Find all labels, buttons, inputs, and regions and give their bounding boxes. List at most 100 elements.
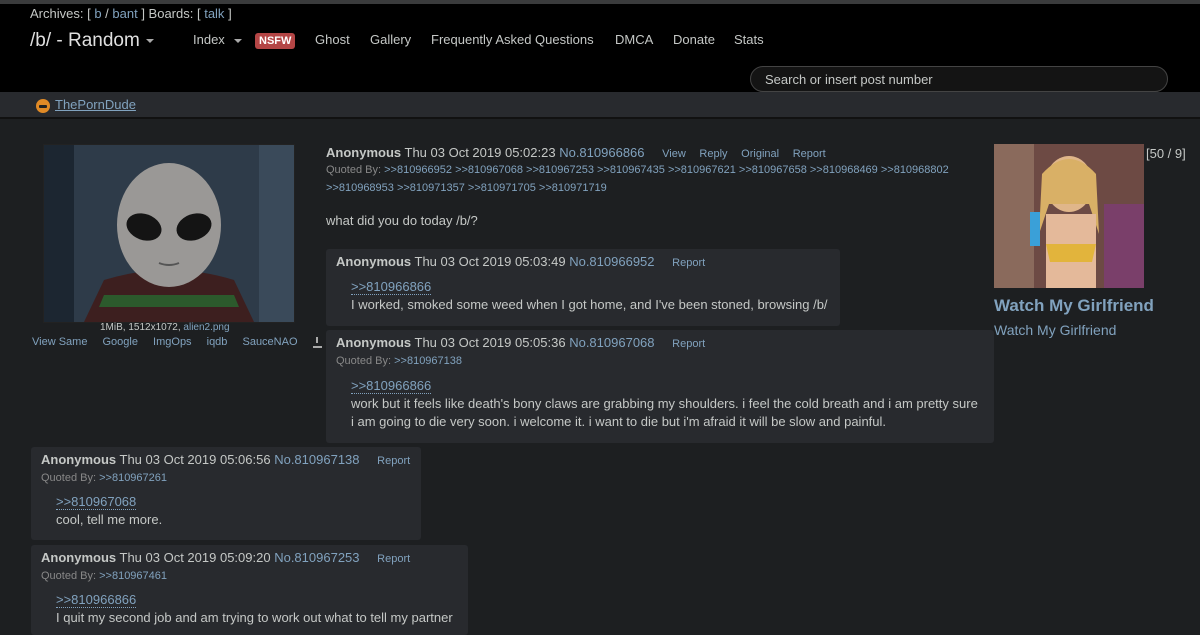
post-number-link[interactable]: No.810966952 xyxy=(569,254,654,269)
board-title-dropdown[interactable]: /b/ - Random xyxy=(30,30,154,52)
op-text: what did you do today /b/? xyxy=(326,213,478,228)
post-date: Thu 03 Oct 2019 05:02:23 xyxy=(404,145,556,160)
download-icon[interactable] xyxy=(312,336,322,348)
reply-body: >>810967068 cool, tell me more. xyxy=(56,493,162,529)
reply-post: Anonymous Thu 03 Oct 2019 05:06:56 No.81… xyxy=(31,447,421,540)
saucenao-link[interactable]: SauceNAO xyxy=(242,336,297,348)
reply-post: Anonymous Thu 03 Oct 2019 05:09:20 No.81… xyxy=(31,545,468,635)
report-link[interactable]: Report xyxy=(672,338,705,350)
reply-quoted-by: Quoted By: >>810967461 xyxy=(41,567,167,585)
report-link[interactable]: Report xyxy=(377,455,410,467)
reply-body: >>810966866 I quit my second job and am … xyxy=(56,591,453,627)
nav-stats[interactable]: Stats xyxy=(734,32,764,47)
op-header: Anonymous Thu 03 Oct 2019 05:02:23 No.81… xyxy=(326,145,949,160)
quoted-by-link[interactable]: >>810967461 xyxy=(99,570,167,582)
quoted-by-label: Quoted By: xyxy=(41,570,97,582)
reply-header: Anonymous Thu 03 Oct 2019 05:05:36 No.81… xyxy=(336,335,705,350)
iqdb-link[interactable]: iqdb xyxy=(207,336,228,348)
archive-link-bant[interactable]: bant xyxy=(112,6,137,21)
nav-dmca[interactable]: DMCA xyxy=(615,32,653,47)
reply-text-line: I worked, smoked some weed when I got ho… xyxy=(351,297,828,312)
original-link[interactable]: Original xyxy=(741,148,779,160)
reply-header: Anonymous Thu 03 Oct 2019 05:03:49 No.81… xyxy=(336,254,705,269)
archive-link-b[interactable]: b xyxy=(94,6,101,21)
reply-header: Anonymous Thu 03 Oct 2019 05:09:20 No.81… xyxy=(41,550,410,565)
quoted-by-link[interactable]: >>810967138 xyxy=(394,355,462,367)
board-link-talk[interactable]: talk xyxy=(204,6,224,21)
boards-label: ] Boards: [ xyxy=(141,6,201,21)
nav-ghost[interactable]: Ghost xyxy=(315,32,350,47)
post-date: Thu 03 Oct 2019 05:03:49 xyxy=(414,254,566,269)
quoted-by-label: Quoted By: xyxy=(326,164,382,176)
site-header: Archives: [ b / bant ] Boards: [ talk ] … xyxy=(0,4,1200,92)
reply-link[interactable]: Reply xyxy=(699,148,727,160)
poster-name: Anonymous xyxy=(336,254,412,269)
archives-label: Archives: [ xyxy=(30,6,91,21)
quoted-by-links[interactable]: >>810966952 >>810967068 >>810967253 >>81… xyxy=(384,164,949,176)
poster-name: Anonymous xyxy=(336,335,412,350)
poster-name: Anonymous xyxy=(41,452,117,467)
sponsor-link[interactable]: ThePornDude xyxy=(55,97,136,112)
chevron-down-icon xyxy=(233,38,242,43)
board-title: /b/ - Random xyxy=(30,30,140,51)
image-tools: View Same Google ImgOps iqdb SauceNAO xyxy=(32,336,334,348)
view-link[interactable]: View xyxy=(662,148,686,160)
nav-donate[interactable]: Donate xyxy=(673,32,715,47)
view-same-link[interactable]: View Same xyxy=(32,336,87,348)
post-date: Thu 03 Oct 2019 05:05:36 xyxy=(414,335,566,350)
nav-gallery[interactable]: Gallery xyxy=(370,32,411,47)
ad-image[interactable] xyxy=(994,144,1144,288)
imgops-link[interactable]: ImgOps xyxy=(153,336,192,348)
post-date: Thu 03 Oct 2019 05:06:56 xyxy=(119,452,271,467)
quoted-by-label: Quoted By: xyxy=(336,355,392,367)
ad-title-link[interactable]: Watch My Girlfriend xyxy=(994,296,1154,316)
sponsor-logo-icon xyxy=(36,99,50,113)
reply-text-line: cool, tell me more. xyxy=(56,512,163,527)
ad-subtitle-link[interactable]: Watch My Girlfriend xyxy=(994,322,1116,338)
post-number-link[interactable]: No.810966866 xyxy=(559,145,644,160)
report-link[interactable]: Report xyxy=(377,553,410,565)
op-thumbnail[interactable] xyxy=(43,144,295,323)
quoted-by-links[interactable]: >>810968953 >>810971357 >>810971705 >>81… xyxy=(326,182,607,194)
reply-body: >>810966866 I worked, smoked some weed w… xyxy=(351,278,828,314)
nav-faq[interactable]: Frequently Asked Questions xyxy=(431,32,594,47)
nav-index-label: Index xyxy=(193,32,225,47)
nsfw-badge: NSFW xyxy=(255,33,296,49)
reply-text-line: work but it feels like death's bony claw… xyxy=(351,396,978,411)
post-date: Thu 03 Oct 2019 05:09:20 xyxy=(119,550,271,565)
file-info: 1MiB, 1512x1072, alien2.png xyxy=(100,322,230,333)
quote-link[interactable]: >>810966866 xyxy=(351,279,432,295)
report-link[interactable]: Report xyxy=(672,257,705,269)
reply-body: >>810966866 work but it feels like death… xyxy=(351,377,978,431)
report-link[interactable]: Report xyxy=(793,148,826,160)
archives-bar: Archives: [ b / bant ] Boards: [ talk ] xyxy=(30,6,232,21)
reply-quoted-by: Quoted By: >>810967261 xyxy=(41,469,167,487)
quote-link[interactable]: >>810966866 xyxy=(56,592,137,608)
ad-photo xyxy=(994,144,1144,288)
reply-text-line: i am going to die very soon. i welcome i… xyxy=(351,414,887,429)
quote-link[interactable]: >>810967068 xyxy=(56,494,137,510)
reply-text-line: I quit my second job and am trying to wo… xyxy=(56,610,453,625)
file-size: 1MiB, 1512x1072, xyxy=(100,322,181,333)
reply-post: Anonymous Thu 03 Oct 2019 05:03:49 No.81… xyxy=(326,249,840,326)
post-number-link[interactable]: No.810967253 xyxy=(274,550,359,565)
ad-counter: [50 / 9] xyxy=(1146,146,1186,161)
quoted-by-link[interactable]: >>810967261 xyxy=(99,472,167,484)
reply-post: Anonymous Thu 03 Oct 2019 05:05:36 No.81… xyxy=(326,330,994,443)
chevron-down-icon xyxy=(145,38,154,43)
op-quoted-by: Quoted By: >>810966952 >>810967068 >>810… xyxy=(326,161,949,197)
quoted-by-label: Quoted By: xyxy=(41,472,97,484)
google-link[interactable]: Google xyxy=(103,336,138,348)
nav-index-dropdown[interactable]: Index xyxy=(193,32,242,47)
poster-name: Anonymous xyxy=(326,145,402,160)
search-input[interactable] xyxy=(750,66,1168,92)
post-number-link[interactable]: No.810967138 xyxy=(274,452,359,467)
poster-name: Anonymous xyxy=(41,550,117,565)
quote-link[interactable]: >>810966866 xyxy=(351,378,432,394)
close-bracket: ] xyxy=(228,6,232,21)
reply-quoted-by: Quoted By: >>810967138 xyxy=(336,352,462,370)
file-name-link[interactable]: alien2.png xyxy=(183,322,229,333)
post-number-link[interactable]: No.810967068 xyxy=(569,335,654,350)
alien-image xyxy=(44,145,294,322)
sponsor-bar: ThePornDude xyxy=(0,92,1200,119)
